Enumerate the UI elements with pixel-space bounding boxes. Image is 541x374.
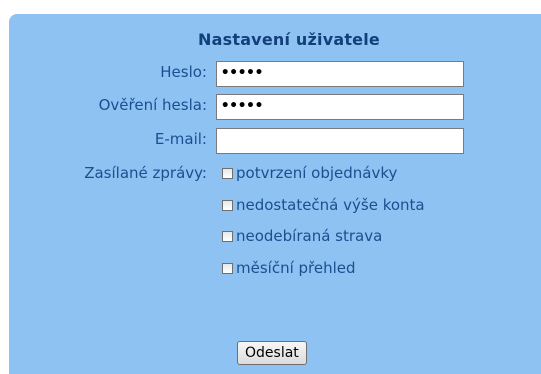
checkbox-label: nedostatečná výše konta (236, 196, 425, 214)
form-title: Nastavení uživatele (198, 30, 380, 49)
checkbox-label: potvrzení objednávky (236, 164, 398, 182)
password-field[interactable]: ••••• (216, 61, 464, 87)
message-option-order-confirmation[interactable]: potvrzení objednávky (222, 164, 397, 182)
password-confirm-label: Ověření hesla: (98, 96, 207, 114)
user-settings-panel: Nastavení uživatele Heslo: Ověření hesla… (9, 14, 541, 374)
messages-label: Zasílané zprávy: (84, 164, 207, 182)
checkbox[interactable] (222, 199, 233, 211)
email-field[interactable] (216, 128, 464, 154)
submit-button[interactable]: Odeslat (237, 341, 307, 365)
email-label: E-mail: (154, 130, 207, 148)
password-confirm-field[interactable]: ••••• (216, 94, 464, 120)
password-label: Heslo: (160, 63, 207, 81)
checkbox-label: měsíční přehled (236, 259, 356, 277)
checkbox[interactable] (222, 262, 233, 274)
message-option-uncollected-meals[interactable]: neodebíraná strava (222, 227, 382, 245)
checkbox-label: neodebíraná strava (236, 227, 383, 245)
message-option-monthly-summary[interactable]: měsíční přehled (222, 259, 356, 277)
checkbox[interactable] (222, 230, 233, 242)
message-option-low-balance[interactable]: nedostatečná výše konta (222, 196, 425, 214)
checkbox[interactable] (222, 167, 233, 179)
